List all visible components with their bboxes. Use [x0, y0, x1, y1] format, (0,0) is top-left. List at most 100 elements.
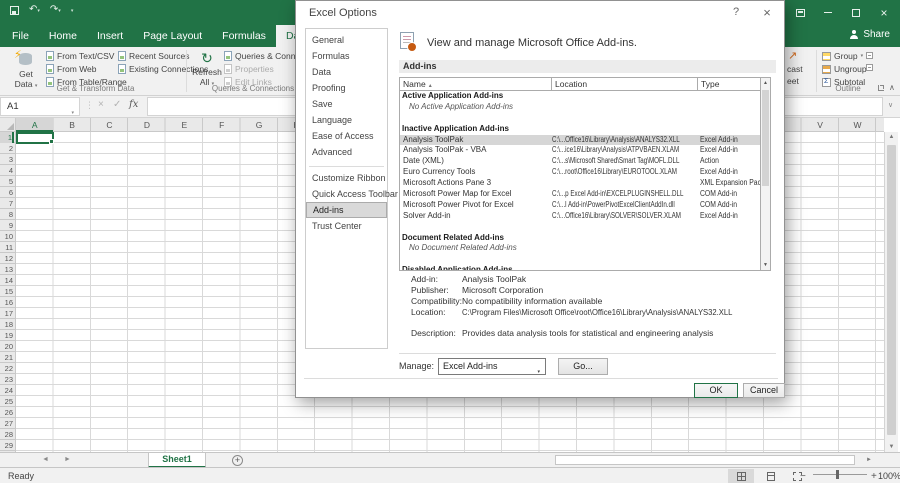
row-header-10[interactable]: 10 — [0, 231, 13, 242]
zoom-level[interactable]: 100% — [878, 471, 900, 481]
row-header-27[interactable]: 27 — [0, 418, 13, 429]
undo-icon[interactable]: ↶▾ — [29, 5, 40, 16]
outline-dialog-launcher-icon[interactable] — [878, 85, 884, 91]
collapse-ribbon-icon[interactable]: ∧ — [889, 83, 895, 92]
new-sheet-button[interactable]: + — [232, 455, 243, 466]
addins-column-location[interactable]: Location — [552, 78, 698, 91]
ribbon-tab-formulas[interactable]: Formulas — [212, 25, 276, 47]
ok-button[interactable]: OK — [694, 383, 738, 398]
normal-view-button[interactable] — [728, 469, 754, 483]
options-sidebar-formulas[interactable]: Formulas — [306, 48, 387, 64]
row-header-4[interactable]: 4 — [0, 165, 13, 176]
ribbon-tab-insert[interactable]: Insert — [87, 25, 133, 47]
row-header-26[interactable]: 26 — [0, 407, 13, 418]
row-header-6[interactable]: 6 — [0, 187, 13, 198]
row-header-11[interactable]: 11 — [0, 242, 13, 253]
options-sidebar-data[interactable]: Data — [306, 64, 387, 80]
addins-table-scrollbar[interactable]: ▲ ▼ — [760, 78, 770, 270]
horizontal-scroll-thumb[interactable] — [555, 455, 855, 465]
scroll-up-icon[interactable]: ▲ — [761, 80, 770, 86]
column-header-e[interactable]: E — [166, 118, 203, 132]
minimize-button[interactable] — [814, 0, 842, 25]
page-layout-view-button[interactable] — [758, 469, 784, 483]
row-header-16[interactable]: 16 — [0, 297, 13, 308]
cancel-button[interactable]: Cancel — [743, 383, 785, 398]
restore-button[interactable] — [842, 0, 870, 25]
row-header-13[interactable]: 13 — [0, 264, 13, 275]
ribbon-tab-page-layout[interactable]: Page Layout — [133, 25, 212, 47]
addin-row-analysis-toolpak-vba[interactable]: Analysis ToolPak - VBAC:\...ice16\Librar… — [400, 145, 760, 156]
row-header-22[interactable]: 22 — [0, 363, 13, 374]
show-detail-icon[interactable] — [866, 52, 873, 59]
column-header-a[interactable]: A — [16, 118, 53, 132]
horizontal-scrollbar[interactable]: ► — [553, 455, 880, 466]
scroll-down-icon[interactable]: ▼ — [761, 262, 770, 268]
column-header-g[interactable]: G — [240, 118, 277, 132]
addin-row-microsoft-actions-pane-3[interactable]: Microsoft Actions Pane 3XML Expansion Pa… — [400, 178, 760, 189]
ribbon-tab-home[interactable]: Home — [39, 25, 87, 47]
vertical-scroll-thumb[interactable] — [887, 145, 896, 435]
select-all-corner[interactable] — [0, 118, 16, 132]
addins-column-name[interactable]: Name — [400, 78, 552, 91]
zoom-in-icon[interactable]: + — [871, 471, 877, 482]
options-sidebar-quick-access-toolbar[interactable]: Quick Access Toolbar — [306, 186, 387, 202]
dialog-help-button[interactable]: ? — [728, 6, 744, 18]
row-header-24[interactable]: 24 — [0, 385, 13, 396]
row-header-9[interactable]: 9 — [0, 220, 13, 231]
row-header-21[interactable]: 21 — [0, 352, 13, 363]
column-header-b[interactable]: B — [53, 118, 90, 132]
options-sidebar-language[interactable]: Language — [306, 112, 387, 128]
scroll-right-icon[interactable]: ► — [866, 457, 872, 463]
save-icon[interactable] — [10, 6, 19, 15]
cancel-entry-icon[interactable]: × — [98, 99, 104, 110]
name-box[interactable]: A1 ▾ — [0, 97, 80, 116]
options-sidebar-ease-of-access[interactable]: Ease of Access — [306, 128, 387, 144]
close-button[interactable]: × — [870, 0, 898, 25]
row-header-2[interactable]: 2 — [0, 143, 13, 154]
column-header-f[interactable]: F — [203, 118, 240, 132]
next-sheet-icon[interactable]: ► — [64, 456, 71, 463]
ribbon-tab-file[interactable]: File — [2, 25, 39, 47]
options-sidebar-advanced[interactable]: Advanced — [306, 144, 387, 160]
options-sidebar-trust-center[interactable]: Trust Center — [306, 218, 387, 234]
addins-column-type[interactable]: Type — [698, 78, 760, 91]
dropdown-icon[interactable]: ▾ — [861, 53, 864, 59]
row-header-23[interactable]: 23 — [0, 374, 13, 385]
addin-row-analysis-toolpak[interactable]: Analysis ToolPakC:\...Office16\Library\A… — [400, 135, 760, 146]
zoom-out-icon[interactable]: − — [800, 471, 806, 482]
forecast-sheet-button-clipped[interactable]: ↗ cast eet — [786, 49, 813, 93]
options-sidebar-save[interactable]: Save — [306, 96, 387, 112]
hide-detail-icon[interactable] — [866, 64, 873, 71]
column-header-c[interactable]: C — [91, 118, 128, 132]
redo-icon[interactable]: ↷▾ — [50, 5, 61, 16]
column-header-w[interactable]: W — [839, 118, 876, 132]
row-header-29[interactable]: 29 — [0, 440, 13, 451]
options-sidebar-general[interactable]: General — [306, 32, 387, 48]
addin-row-microsoft-power-map-for-excel[interactable]: Microsoft Power Map for ExcelC:\...p Exc… — [400, 189, 760, 200]
manage-select[interactable]: Excel Add-ins ▾ — [438, 358, 546, 375]
options-sidebar-proofing[interactable]: Proofing — [306, 80, 387, 96]
insert-function-icon[interactable]: fx — [129, 99, 138, 110]
row-header-8[interactable]: 8 — [0, 209, 13, 220]
customize-qat-icon[interactable]: ▾ — [71, 8, 74, 14]
expand-formula-bar-icon[interactable]: ∨ — [888, 101, 893, 109]
addin-row-microsoft-power-pivot-for-excel[interactable]: Microsoft Power Pivot for ExcelC:\...l A… — [400, 200, 760, 211]
ribbon-button-ungroup[interactable]: Ungroup▾ — [822, 63, 872, 75]
row-header-1[interactable]: 1 — [0, 132, 14, 143]
column-header-d[interactable]: D — [128, 118, 165, 132]
share-button[interactable]: Share — [850, 29, 890, 40]
options-sidebar-add-ins[interactable]: Add-ins — [306, 202, 387, 218]
go-button[interactable]: Go... — [558, 358, 608, 375]
scroll-down-icon[interactable]: ▼ — [885, 444, 898, 450]
row-header-12[interactable]: 12 — [0, 253, 13, 264]
dialog-close-button[interactable]: × — [758, 5, 776, 20]
ribbon-button-from-text-csv[interactable]: From Text/CSV — [46, 50, 127, 62]
row-header-7[interactable]: 7 — [0, 198, 13, 209]
options-sidebar-customize-ribbon[interactable]: Customize Ribbon — [306, 170, 387, 186]
scroll-up-icon[interactable]: ▲ — [885, 134, 898, 140]
ribbon-button-group[interactable]: Group▾ — [822, 50, 872, 62]
ribbon-display-options-button[interactable] — [786, 0, 814, 25]
row-header-17[interactable]: 17 — [0, 308, 13, 319]
row-header-19[interactable]: 19 — [0, 330, 13, 341]
undo-dropdown-icon[interactable]: ▾ — [37, 8, 40, 14]
